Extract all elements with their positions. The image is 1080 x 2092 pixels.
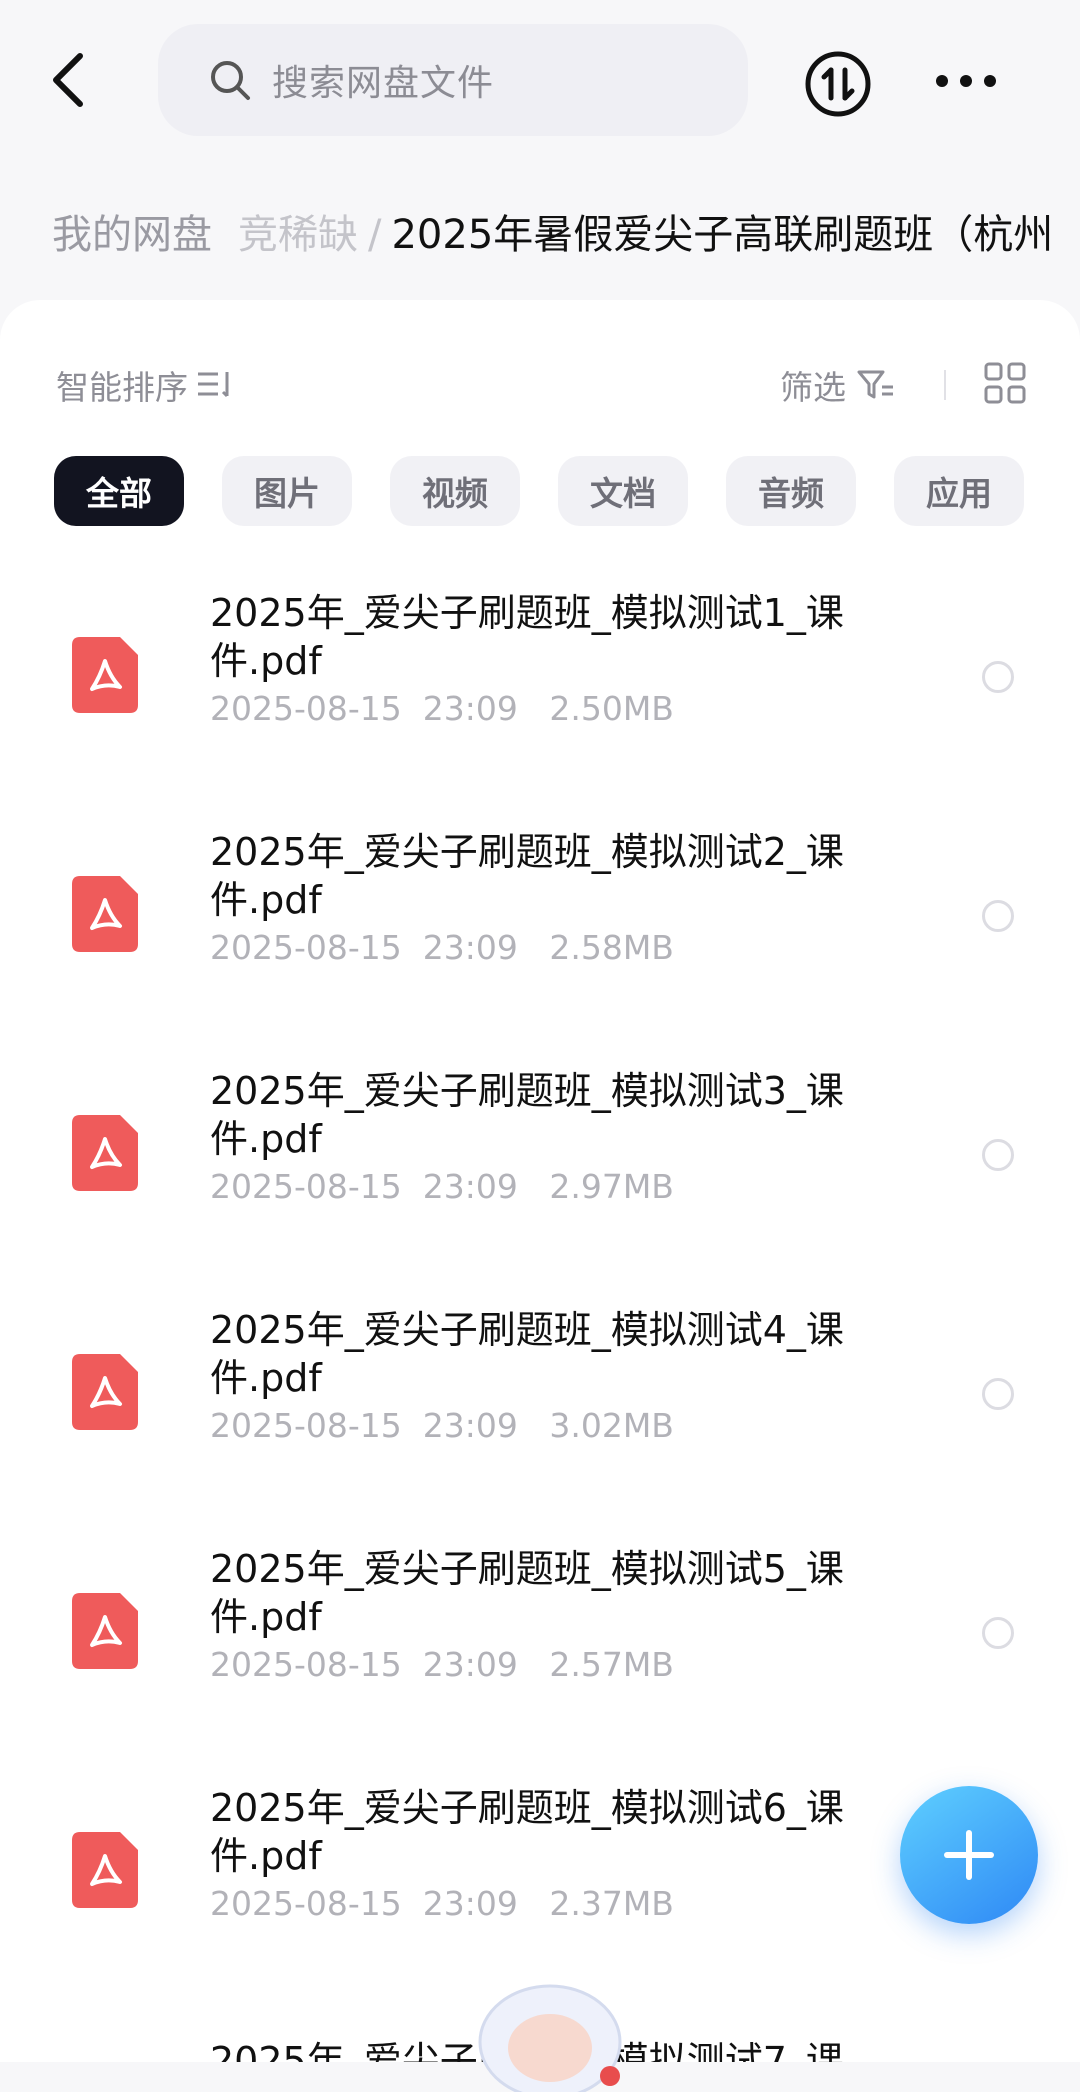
chevron-left-icon xyxy=(53,53,83,107)
breadcrumb: 我的网盘 竞稀缺/2025年暑假爱尖子高联刷题班（杭州 xyxy=(52,200,1080,270)
tab-images[interactable]: 图片 xyxy=(222,456,352,526)
file-name: 2025年_爱尖子刷题班_模拟测试1_课件.pdf xyxy=(210,591,844,683)
plus-icon xyxy=(944,1830,994,1880)
select-checkbox[interactable] xyxy=(982,1139,1014,1171)
file-list: 2025年_爱尖子刷题班_模拟测试1_课件.pdf 2025-08-15 23:… xyxy=(0,575,1080,2009)
file-size: 2.57MB xyxy=(549,1645,674,1684)
list-item[interactable]: 2025年_爱尖子刷题班_模拟测试3_课件.pdf 2025-08-15 23:… xyxy=(0,1053,1080,1292)
toolbar-divider xyxy=(944,370,946,400)
tab-all[interactable]: 全部 xyxy=(54,456,184,526)
file-date: 2025-08-15 xyxy=(210,1645,402,1684)
select-checkbox[interactable] xyxy=(982,1617,1014,1649)
pdf-icon xyxy=(72,1832,138,1908)
file-size: 2.97MB xyxy=(549,1167,674,1206)
breadcrumb-current: 2025年暑假爱尖子高联刷题班（杭州 xyxy=(391,212,1054,258)
list-item[interactable]: 2025年_爱尖子刷题班_模拟测试2_课件.pdf 2025-08-15 23:… xyxy=(0,814,1080,1053)
grid-view-icon xyxy=(984,362,1026,404)
file-size: 2.50MB xyxy=(549,689,674,728)
file-size: 2.58MB xyxy=(549,928,674,967)
file-name: 2025年_爱尖子刷题班_模拟测试2_课件.pdf xyxy=(210,830,844,922)
breadcrumb-separator: / xyxy=(368,212,382,258)
file-name: 2025年_爱尖子刷题班_模拟测试6_课件.pdf xyxy=(210,1786,844,1878)
tab-videos[interactable]: 视频 xyxy=(390,456,520,526)
back-button[interactable] xyxy=(44,50,94,110)
select-checkbox[interactable] xyxy=(982,1378,1014,1410)
more-icon[interactable] xyxy=(936,70,996,92)
file-meta: 2025-08-15 23:09 3.02MB xyxy=(210,1406,674,1445)
file-size: 3.02MB xyxy=(549,1406,674,1445)
breadcrumb-root[interactable]: 我的网盘 xyxy=(52,212,212,258)
file-time: 23:09 xyxy=(422,689,518,728)
file-name: 2025年_爱尖子刷题班_模拟测试5_课件.pdf xyxy=(210,1547,844,1639)
pdf-icon xyxy=(72,876,138,952)
file-date: 2025-08-15 xyxy=(210,689,402,728)
transfer-button[interactable] xyxy=(804,50,872,118)
search-icon xyxy=(211,61,250,100)
search-placeholder: 搜索网盘文件 xyxy=(272,63,495,104)
file-time: 23:09 xyxy=(422,928,518,967)
file-meta: 2025-08-15 23:09 2.50MB xyxy=(210,689,674,728)
select-checkbox[interactable] xyxy=(982,661,1014,693)
filter-icon xyxy=(857,370,893,399)
file-meta: 2025-08-15 23:09 2.37MB xyxy=(210,1884,674,1923)
file-name: 2025年_爱尖子刷题班_模拟测试3_课件.pdf xyxy=(210,1069,844,1161)
pdf-icon xyxy=(72,637,138,713)
file-meta: 2025-08-15 23:09 2.57MB xyxy=(210,1645,674,1684)
file-size: 2.37MB xyxy=(549,1884,674,1923)
file-date: 2025-08-15 xyxy=(210,1167,402,1206)
file-date: 2025-08-15 xyxy=(210,1406,402,1445)
filter-label: 筛选 xyxy=(780,368,846,407)
file-date: 2025-08-15 xyxy=(210,928,402,967)
file-date: 2025-08-15 xyxy=(210,1884,402,1923)
list-item[interactable]: 2025年_爱尖子刷题班_模拟测试4_课件.pdf 2025-08-15 23:… xyxy=(0,1292,1080,1531)
list-item[interactable]: 2025年_爱尖子刷题班_模拟测试1_课件.pdf 2025-08-15 23:… xyxy=(0,575,1080,814)
sort-icon xyxy=(198,372,229,398)
tab-documents[interactable]: 文档 xyxy=(558,456,688,526)
pdf-icon xyxy=(72,1593,138,1669)
breadcrumb-middle[interactable]: 竞稀缺 xyxy=(238,212,358,258)
tab-apps[interactable]: 应用 xyxy=(894,456,1024,526)
file-panel: 智能排序 筛选 全部 图片 视频 文档 音频 应用 2025年_爱尖子刷题班_模… xyxy=(0,300,1080,2062)
tab-audio[interactable]: 音频 xyxy=(726,456,856,526)
file-time: 23:09 xyxy=(422,1167,518,1206)
search-input[interactable]: 搜索网盘文件 xyxy=(158,24,748,136)
select-checkbox[interactable] xyxy=(982,900,1014,932)
file-time: 23:09 xyxy=(422,1406,518,1445)
sort-button[interactable]: 智能排序 xyxy=(56,360,236,410)
file-name: 2025年_爱尖子刷题班_模拟测试4_课件.pdf xyxy=(210,1308,844,1400)
grid-view-button[interactable] xyxy=(984,362,1026,404)
file-meta: 2025-08-15 23:09 2.97MB xyxy=(210,1167,674,1206)
category-tabs: 全部 图片 视频 文档 音频 应用 xyxy=(54,456,1080,526)
transfer-icon xyxy=(805,51,871,117)
list-item[interactable]: 2025年_爱尖子刷题班_模拟测试5_课件.pdf 2025-08-15 23:… xyxy=(0,1531,1080,1770)
add-button[interactable] xyxy=(900,1786,1038,1924)
pdf-icon xyxy=(72,1354,138,1430)
file-time: 23:09 xyxy=(422,1884,518,1923)
file-time: 23:09 xyxy=(422,1645,518,1684)
mascot-icon xyxy=(478,1984,622,2092)
top-bar: 搜索网盘文件 xyxy=(0,0,1080,170)
file-meta: 2025-08-15 23:09 2.58MB xyxy=(210,928,674,967)
sort-label: 智能排序 xyxy=(56,368,188,407)
pdf-icon xyxy=(72,1115,138,1191)
filter-button[interactable]: 筛选 xyxy=(780,360,896,410)
